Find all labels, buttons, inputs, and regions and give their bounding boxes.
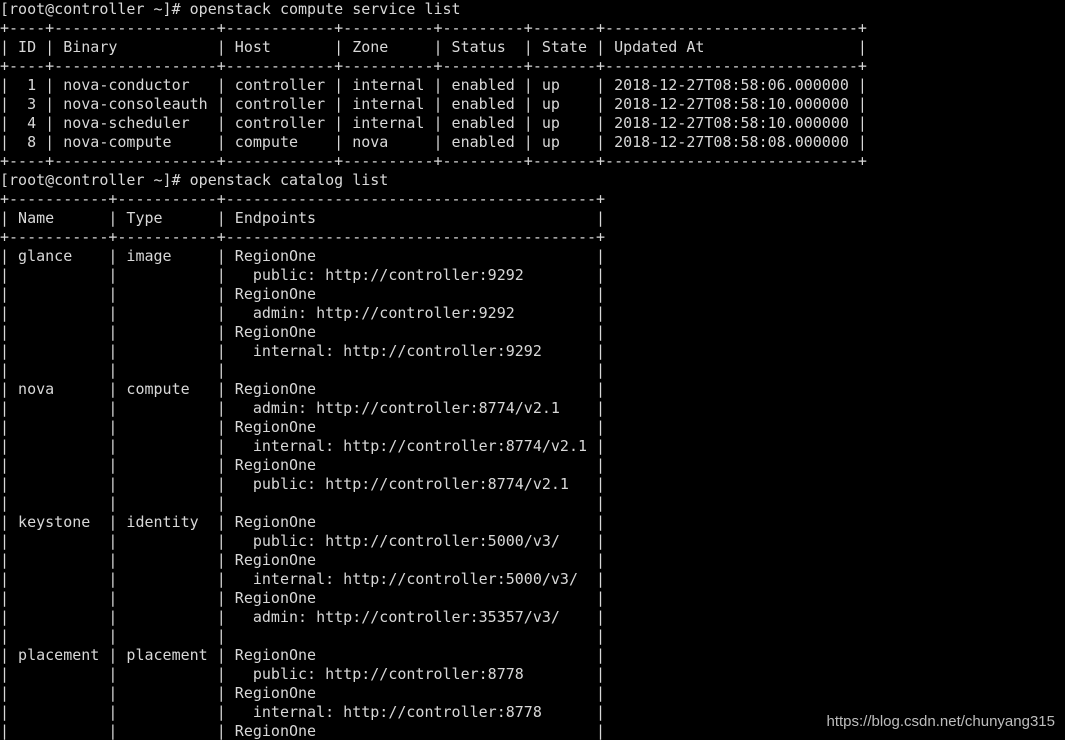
terminal-line: +----+------------------+------------+--… — [0, 57, 867, 75]
terminal-line: | placement | placement | RegionOne | — [0, 646, 606, 664]
terminal-line: | | | internal: http://controller:5000/v… — [0, 570, 606, 588]
terminal-line: | ID | Binary | Host | Zone | Status | S… — [0, 38, 867, 56]
terminal-line: | | | RegionOne | — [0, 589, 606, 607]
terminal-line: | | | | — [0, 494, 606, 512]
terminal-line: | 3 | nova-consoleauth | controller | in… — [0, 95, 867, 113]
terminal-line: | | | | — [0, 627, 606, 645]
terminal-line: | 8 | nova-compute | compute | nova | en… — [0, 133, 867, 151]
terminal-line: | keystone | identity | RegionOne | — [0, 513, 606, 531]
terminal-line: | | | public: http://controller:8778 | — [0, 665, 606, 683]
terminal-line: | | | public: http://controller:9292 | — [0, 266, 606, 284]
terminal-line: | Name | Type | Endpoints | — [0, 209, 606, 227]
terminal-line: | | | RegionOne | — [0, 551, 606, 569]
terminal-line: | | | admin: http://controller:9292 | — [0, 304, 606, 322]
terminal-line: +-----------+-----------+---------------… — [0, 228, 606, 246]
terminal-line: | | | RegionOne | — [0, 418, 606, 436]
terminal-line: | 1 | nova-conductor | controller | inte… — [0, 76, 867, 94]
terminal-line: +----+------------------+------------+--… — [0, 152, 867, 170]
terminal-line: | | | RegionOne | — [0, 456, 606, 474]
terminal-line: | 4 | nova-scheduler | controller | inte… — [0, 114, 867, 132]
terminal-output[interactable]: [root@controller ~]# openstack compute s… — [0, 0, 1065, 740]
terminal-line: [root@controller ~]# openstack catalog l… — [0, 171, 389, 189]
terminal-line: | | | RegionOne | — [0, 285, 606, 303]
terminal-line: | | | internal: http://controller:9292 | — [0, 342, 606, 360]
terminal-line: | | | RegionOne | — [0, 684, 606, 702]
terminal-line: | | | | — [0, 361, 606, 379]
terminal-line: +----+------------------+------------+--… — [0, 19, 867, 37]
terminal-line: | nova | compute | RegionOne | — [0, 380, 606, 398]
terminal-line: | | | admin: http://controller:35357/v3/… — [0, 608, 606, 626]
terminal-line: | | | public: http://controller:8774/v2.… — [0, 475, 606, 493]
watermark: https://blog.csdn.net/chunyang315 — [826, 713, 1055, 730]
terminal-line: | | | public: http://controller:5000/v3/… — [0, 532, 606, 550]
terminal-line: | | | internal: http://controller:8774/v… — [0, 437, 606, 455]
terminal-line: | glance | image | RegionOne | — [0, 247, 606, 265]
terminal-line: | | | RegionOne | — [0, 323, 606, 341]
terminal-line: [root@controller ~]# openstack compute s… — [0, 0, 461, 18]
terminal-line: +-----------+-----------+---------------… — [0, 190, 606, 208]
terminal-line: | | | admin: http://controller:8774/v2.1… — [0, 399, 606, 417]
